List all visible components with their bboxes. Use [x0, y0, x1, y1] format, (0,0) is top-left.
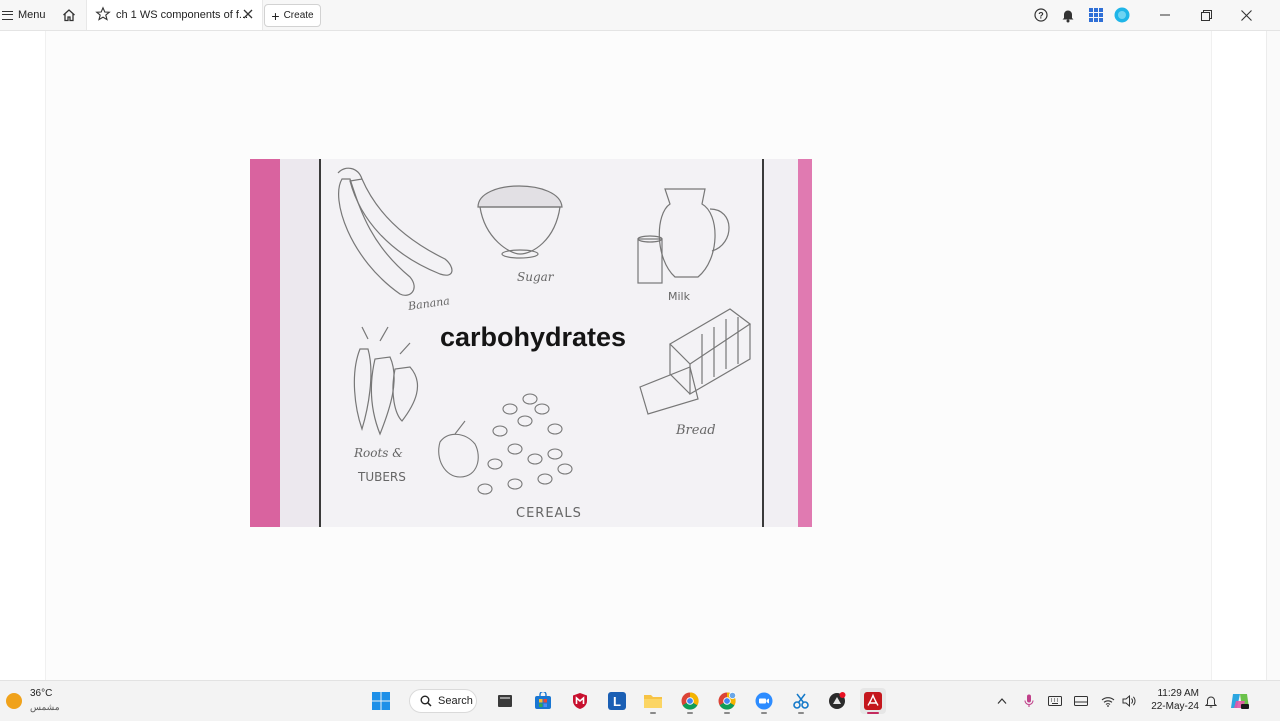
keyboard-icon — [1048, 696, 1062, 706]
minimize-button[interactable] — [1155, 0, 1175, 30]
close-window-button[interactable] — [1236, 0, 1256, 30]
taskbar-app-chrome-profile[interactable] — [714, 688, 740, 714]
clock-date: 22-May-24 — [1151, 701, 1199, 712]
plus-icon: + — [271, 7, 280, 24]
close-icon — [1240, 9, 1252, 21]
create-label: Create — [283, 10, 314, 21]
keyboard-button[interactable] — [1045, 688, 1065, 714]
windows-taskbar: 36°C مشمس Search L 11:29 AM 22-May-24 — [0, 680, 1280, 721]
active-indicator — [867, 712, 879, 714]
weather-temperature: 36°C — [30, 688, 53, 699]
zoom-icon — [755, 692, 773, 710]
device-button[interactable] — [1071, 688, 1091, 714]
profile-avatar-icon[interactable] — [1112, 5, 1132, 25]
milk-label: Milk — [668, 290, 691, 303]
cereals-drawing — [438, 393, 573, 495]
notifications-button[interactable] — [1202, 688, 1220, 714]
menu-label: Menu — [18, 9, 46, 21]
weather-condition: مشمس — [30, 702, 60, 712]
minimize-icon — [1160, 14, 1170, 16]
home-button[interactable] — [58, 0, 80, 30]
sugar-bowl-drawing — [477, 185, 563, 259]
carbohydrates-illustration: Banana Sugar Milk Roots & TUBERS Bread C… — [250, 159, 812, 527]
menu-button[interactable]: Menu — [0, 0, 48, 30]
microphone-button[interactable] — [1020, 688, 1038, 714]
chrome-icon — [681, 692, 699, 710]
copilot-button[interactable] — [1227, 688, 1253, 714]
taskbar-app-store[interactable] — [530, 688, 556, 714]
notification-bell-icon[interactable] — [1058, 5, 1078, 25]
start-button[interactable] — [368, 688, 394, 714]
file-viewer-icon — [498, 695, 512, 707]
weather-widget[interactable]: 36°C مشمس — [4, 686, 74, 716]
sugar-label: Sugar — [517, 270, 555, 284]
roots-tubers-drawing — [353, 326, 419, 436]
create-button[interactable]: + Create — [264, 4, 321, 27]
drive-icon — [1074, 696, 1088, 706]
taskbar-app-l[interactable]: L — [604, 688, 630, 714]
milk-jug-drawing — [637, 188, 730, 284]
taskbar-app-zoom[interactable] — [751, 688, 777, 714]
figure-main-label: carbohydrates — [440, 322, 627, 352]
restore-icon — [1200, 9, 1212, 21]
taskbar-app-chrome[interactable] — [677, 688, 703, 714]
speaker-icon — [1122, 695, 1136, 707]
wifi-icon — [1101, 696, 1115, 707]
tab-title: ch 1 WS components of f... — [116, 9, 249, 21]
bread-drawing — [639, 308, 752, 415]
windows-logo-icon — [372, 692, 390, 710]
search-label: Search — [438, 695, 473, 707]
snipping-tool-icon — [793, 693, 809, 709]
home-icon — [63, 9, 75, 22]
bread-label: Bread — [675, 423, 716, 438]
running-indicator — [761, 712, 767, 714]
taskbar-app-snipping-tool[interactable] — [788, 688, 814, 714]
volume-button[interactable] — [1119, 688, 1139, 714]
tab-close-icon[interactable] — [240, 6, 256, 22]
taskbar-app-files[interactable] — [492, 688, 518, 714]
bell-outline-icon — [1205, 696, 1217, 707]
taskbar-search[interactable]: Search — [409, 689, 477, 713]
star-icon[interactable] — [95, 6, 111, 22]
microphone-icon — [1024, 694, 1034, 707]
document-viewer[interactable]: Banana Sugar Milk Roots & TUBERS Bread C… — [0, 31, 1280, 680]
system-clock[interactable]: 11:29 AM 22-May-24 — [1143, 687, 1199, 713]
sun-icon — [6, 693, 22, 709]
taskbar-app-adobe-acrobat[interactable] — [860, 688, 886, 714]
app-top-bar: Menu ch 1 WS components of f... + Create… — [0, 0, 1280, 31]
show-hidden-icons-button[interactable] — [993, 688, 1011, 714]
running-indicator — [650, 712, 656, 714]
taskbar-app-dark[interactable] — [824, 688, 850, 714]
copilot-icon — [1231, 694, 1249, 709]
microsoft-store-icon — [535, 692, 551, 709]
l-app-icon: L — [608, 692, 626, 710]
svg-text:L: L — [613, 694, 621, 709]
running-indicator — [724, 712, 730, 714]
apps-grid-icon[interactable] — [1086, 5, 1106, 25]
taskbar-app-file-explorer[interactable] — [640, 688, 666, 714]
network-button[interactable] — [1098, 688, 1118, 714]
taskbar-app-mcafee[interactable] — [567, 688, 593, 714]
scrollbar[interactable] — [1266, 31, 1280, 680]
chrome-icon — [718, 692, 736, 710]
folder-icon — [644, 695, 662, 708]
svg-text:?: ? — [1038, 11, 1044, 21]
hamburger-icon — [2, 10, 13, 20]
banana-drawing — [337, 167, 453, 296]
running-indicator — [798, 712, 804, 714]
cereals-label: CEREALS — [516, 506, 582, 521]
search-icon — [420, 695, 432, 707]
tubers-label: TUBERS — [357, 470, 406, 484]
running-indicator — [687, 712, 693, 714]
document-tab[interactable]: ch 1 WS components of f... — [86, 0, 263, 30]
clock-time: 11:29 AM — [1157, 688, 1199, 699]
adobe-acrobat-icon — [864, 692, 882, 710]
mcafee-shield-icon — [573, 693, 587, 709]
restore-button[interactable] — [1196, 0, 1216, 30]
chevron-up-icon — [997, 698, 1007, 704]
help-icon[interactable]: ? — [1031, 5, 1051, 25]
roots-label: Roots & — [353, 446, 403, 460]
app-dark-icon — [829, 692, 846, 709]
banana-label: Banana — [406, 294, 450, 313]
